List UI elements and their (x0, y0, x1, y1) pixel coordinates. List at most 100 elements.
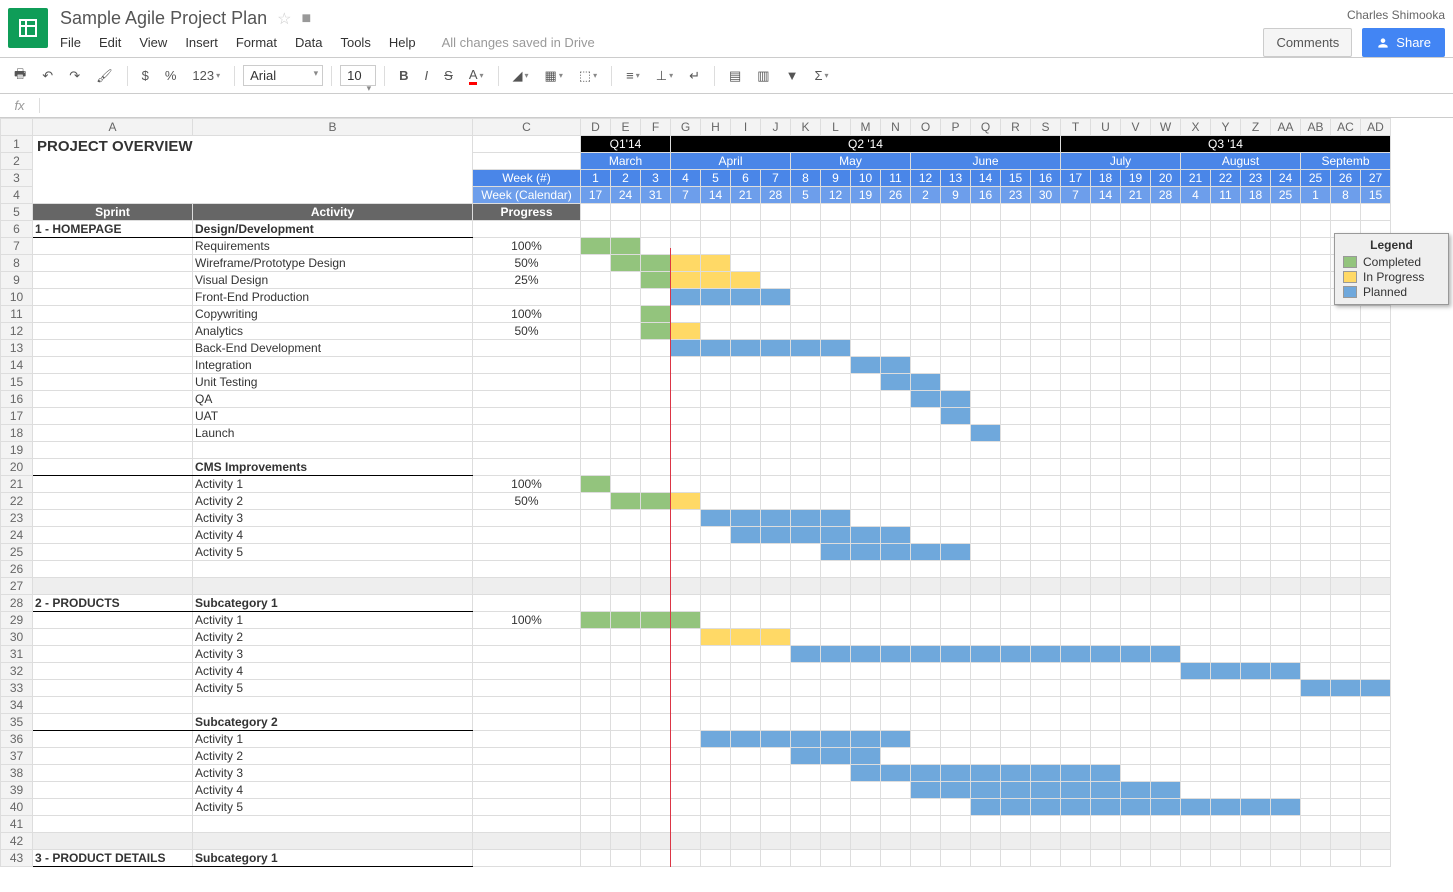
gantt-cell[interactable] (581, 561, 611, 578)
gantt-cell[interactable] (1271, 476, 1301, 493)
gantt-cell[interactable] (1121, 374, 1151, 391)
gantt-cell[interactable] (851, 612, 881, 629)
gantt-cell[interactable] (641, 323, 671, 340)
gantt-cell[interactable] (881, 765, 911, 782)
gantt-cell[interactable] (761, 425, 791, 442)
gantt-cell[interactable] (1361, 799, 1391, 816)
gantt-cell[interactable] (881, 374, 911, 391)
gantt-cell[interactable] (1031, 255, 1061, 272)
gantt-cell[interactable] (1211, 595, 1241, 612)
gantt-cell[interactable] (1151, 255, 1181, 272)
gantt-cell[interactable] (641, 799, 671, 816)
gantt-cell[interactable] (941, 612, 971, 629)
gantt-cell[interactable] (1151, 459, 1181, 476)
activity-cell[interactable]: Activity 2 (193, 748, 473, 765)
gantt-cell[interactable] (1271, 714, 1301, 731)
gantt-cell[interactable] (1091, 323, 1121, 340)
gantt-cell[interactable] (581, 442, 611, 459)
gantt-cell[interactable] (1151, 357, 1181, 374)
gantt-cell[interactable] (1091, 255, 1121, 272)
gantt-cell[interactable] (701, 408, 731, 425)
gantt-cell[interactable] (731, 629, 761, 646)
gantt-cell[interactable] (1211, 442, 1241, 459)
gantt-cell[interactable] (641, 238, 671, 255)
gantt-cell[interactable] (611, 306, 641, 323)
gantt-cell[interactable] (701, 663, 731, 680)
gantt-cell[interactable] (1181, 816, 1211, 833)
gantt-cell[interactable] (791, 323, 821, 340)
gantt-cell[interactable] (641, 340, 671, 357)
gantt-cell[interactable] (1361, 340, 1391, 357)
gantt-cell[interactable] (821, 306, 851, 323)
sprint-cell[interactable] (33, 612, 193, 629)
gantt-cell[interactable] (821, 561, 851, 578)
gantt-cell[interactable] (881, 646, 911, 663)
gantt-cell[interactable] (761, 612, 791, 629)
gantt-cell[interactable] (1151, 731, 1181, 748)
gantt-cell[interactable] (641, 816, 671, 833)
gantt-cell[interactable] (1001, 289, 1031, 306)
print-icon[interactable]: 🖶 (8, 61, 32, 91)
gantt-cell[interactable] (821, 714, 851, 731)
gantt-cell[interactable] (701, 357, 731, 374)
gantt-cell[interactable] (971, 221, 1001, 238)
gantt-cell[interactable] (971, 255, 1001, 272)
col-header-AB[interactable]: AB (1301, 119, 1331, 136)
gantt-cell[interactable] (1271, 595, 1301, 612)
gantt-cell[interactable] (1301, 476, 1331, 493)
currency-format[interactable]: $ (136, 64, 155, 87)
gantt-cell[interactable] (611, 238, 641, 255)
sprint-cell[interactable] (33, 408, 193, 425)
gantt-cell[interactable] (941, 323, 971, 340)
gantt-cell[interactable] (641, 561, 671, 578)
sprint-cell[interactable] (33, 782, 193, 799)
gantt-cell[interactable] (1181, 731, 1211, 748)
sprint-cell[interactable] (33, 714, 193, 731)
gantt-cell[interactable] (581, 272, 611, 289)
gantt-cell[interactable] (1181, 527, 1211, 544)
gantt-cell[interactable] (1331, 731, 1361, 748)
gantt-cell[interactable] (791, 255, 821, 272)
v-align-icon[interactable]: ⊥▾ (650, 64, 679, 88)
col-header-K[interactable]: K (791, 119, 821, 136)
gantt-cell[interactable] (1241, 612, 1271, 629)
gantt-cell[interactable] (1061, 408, 1091, 425)
gantt-cell[interactable] (1031, 493, 1061, 510)
gantt-cell[interactable] (1091, 306, 1121, 323)
gantt-cell[interactable] (1331, 323, 1361, 340)
gantt-cell[interactable] (1061, 680, 1091, 697)
sprint-cell[interactable] (33, 306, 193, 323)
gantt-cell[interactable] (1211, 527, 1241, 544)
gantt-cell[interactable] (821, 238, 851, 255)
gantt-cell[interactable] (881, 357, 911, 374)
gantt-cell[interactable] (911, 510, 941, 527)
col-header-G[interactable]: G (671, 119, 701, 136)
gantt-cell[interactable] (971, 731, 1001, 748)
gantt-cell[interactable] (1241, 510, 1271, 527)
gantt-cell[interactable] (1241, 816, 1271, 833)
gantt-cell[interactable] (761, 476, 791, 493)
gantt-cell[interactable] (881, 323, 911, 340)
gantt-cell[interactable] (1091, 544, 1121, 561)
col-header-N[interactable]: N (881, 119, 911, 136)
gantt-cell[interactable] (941, 527, 971, 544)
gantt-cell[interactable] (821, 255, 851, 272)
gantt-cell[interactable] (881, 476, 911, 493)
gantt-cell[interactable] (611, 527, 641, 544)
gantt-cell[interactable] (1211, 782, 1241, 799)
gantt-cell[interactable] (1241, 425, 1271, 442)
gantt-cell[interactable] (731, 374, 761, 391)
gantt-cell[interactable] (1151, 561, 1181, 578)
gantt-cell[interactable] (1301, 459, 1331, 476)
gantt-cell[interactable] (1211, 289, 1241, 306)
gantt-cell[interactable] (1361, 782, 1391, 799)
gantt-cell[interactable] (581, 476, 611, 493)
gantt-cell[interactable] (1031, 408, 1061, 425)
gantt-cell[interactable] (1001, 510, 1031, 527)
gantt-cell[interactable] (851, 561, 881, 578)
gantt-cell[interactable] (971, 272, 1001, 289)
gantt-cell[interactable] (641, 782, 671, 799)
activity-cell[interactable]: Subcategory 2 (193, 714, 473, 731)
gantt-cell[interactable] (1151, 391, 1181, 408)
gantt-cell[interactable] (791, 340, 821, 357)
